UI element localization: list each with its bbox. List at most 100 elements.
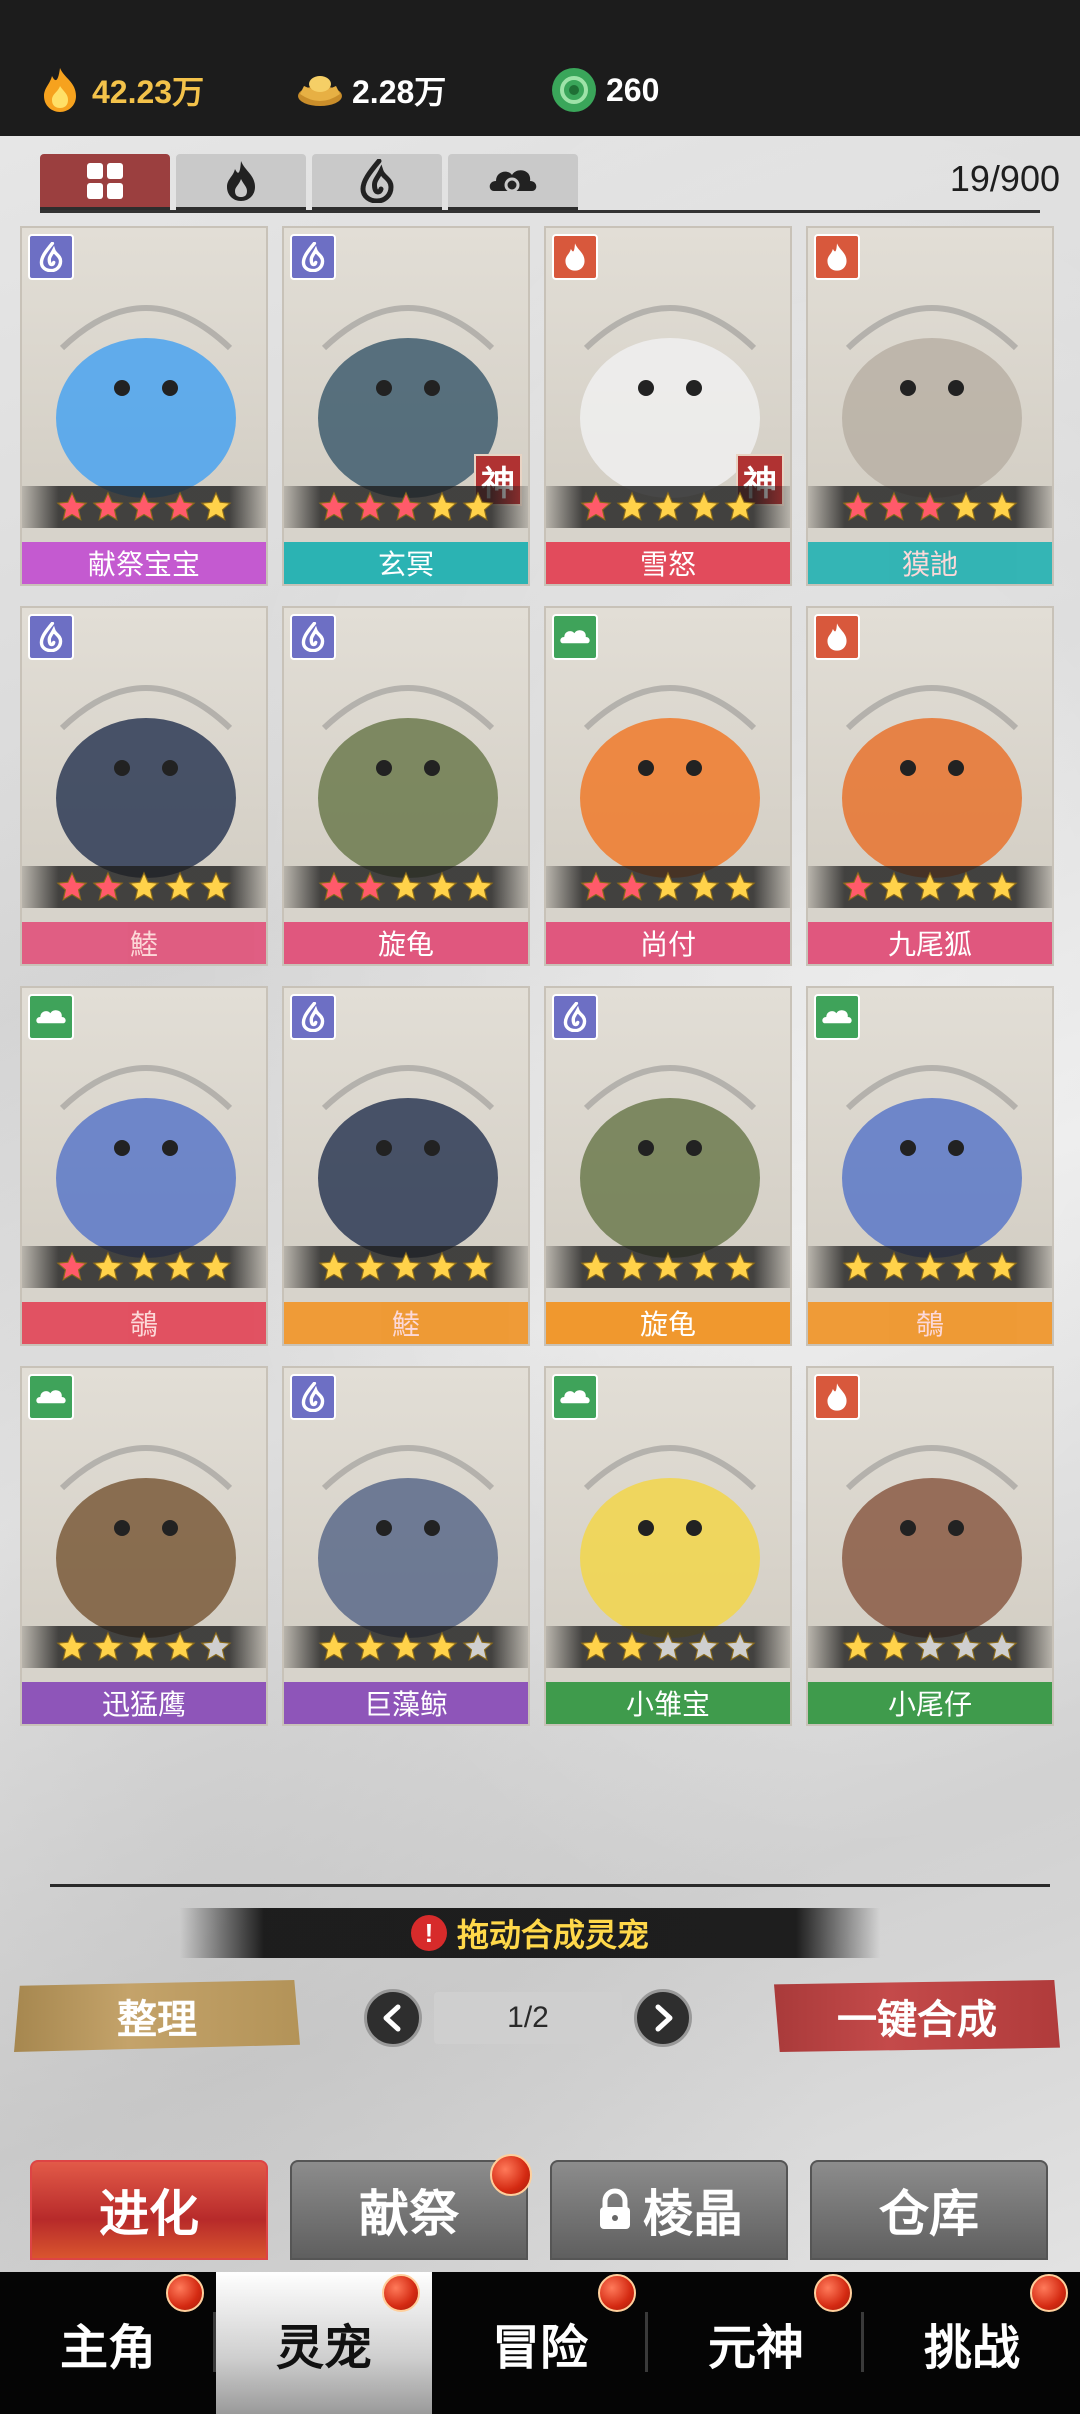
filter-tab-fire[interactable] bbox=[176, 154, 306, 210]
filter-tab-water[interactable] bbox=[312, 154, 442, 210]
pet-card[interactable]: 鯥 bbox=[20, 606, 268, 966]
next-page-button[interactable] bbox=[634, 1989, 692, 2047]
nav-challenge[interactable]: 挑战 bbox=[864, 2272, 1080, 2414]
wind-element-icon bbox=[28, 1374, 74, 1420]
tab-warehouse-label: 仓库 bbox=[879, 2186, 979, 2242]
filter-tab-wind[interactable] bbox=[448, 154, 578, 210]
star-icon bbox=[580, 1631, 612, 1661]
merge-hint: ! 拖动合成灵宠 bbox=[180, 1908, 880, 1958]
pet-name: 鵸 bbox=[22, 1302, 266, 1344]
star-icon bbox=[200, 1631, 232, 1661]
pet-card[interactable]: 巨藻鲸 bbox=[282, 1366, 530, 1726]
tab-evolve[interactable]: 进化 bbox=[30, 2160, 268, 2260]
star-icon bbox=[318, 871, 350, 901]
nav-pets[interactable]: 灵宠 bbox=[216, 2272, 432, 2414]
tab-prism[interactable]: 棱晶 bbox=[550, 2160, 788, 2260]
pet-name: 鯥 bbox=[22, 922, 266, 964]
star-icon bbox=[878, 1251, 910, 1281]
pet-card[interactable]: 獏訑 bbox=[806, 226, 1054, 586]
one-click-merge-button[interactable]: 一键合成 bbox=[774, 1980, 1060, 2052]
nav-spirit-label: 元神 bbox=[707, 2320, 804, 2376]
star-rating bbox=[284, 486, 528, 528]
action-tabs: 进化 献祭 棱晶 仓库 bbox=[30, 2154, 1050, 2260]
star-icon bbox=[842, 1631, 874, 1661]
pet-card[interactable]: 献祭宝宝 bbox=[20, 226, 268, 586]
star-icon bbox=[164, 1251, 196, 1281]
notification-dot bbox=[382, 2274, 420, 2312]
star-icon bbox=[914, 871, 946, 901]
water-element-icon bbox=[28, 234, 74, 280]
star-icon bbox=[842, 871, 874, 901]
pet-card[interactable]: 旋龟 bbox=[282, 606, 530, 966]
chevron-left-icon bbox=[383, 2004, 401, 2032]
resource-bar: 42.23万 2.28万 260 bbox=[0, 0, 1080, 136]
pet-count: 19/900 bbox=[949, 158, 1060, 199]
flame-icon bbox=[34, 64, 86, 116]
pet-card[interactable]: 尚付 bbox=[544, 606, 792, 966]
star-icon bbox=[688, 1631, 720, 1661]
star-rating bbox=[808, 1246, 1052, 1288]
fire-element-icon bbox=[814, 614, 860, 660]
pet-card[interactable]: 鵸 bbox=[806, 986, 1054, 1346]
star-rating bbox=[22, 1626, 266, 1668]
pet-name: 鯥 bbox=[284, 1302, 528, 1344]
notification-dot bbox=[166, 2274, 204, 2312]
star-icon bbox=[616, 871, 648, 901]
fire-element-icon bbox=[814, 1374, 860, 1420]
merge-hint-text: 拖动合成灵宠 bbox=[456, 1917, 649, 1953]
jade-amount: 260 bbox=[606, 71, 660, 108]
nav-pets-label: 灵宠 bbox=[275, 2320, 372, 2376]
tab-prism-label: 棱晶 bbox=[643, 2186, 743, 2242]
star-rating bbox=[546, 1626, 790, 1668]
pet-card[interactable]: 旋龟 bbox=[544, 986, 792, 1346]
star-icon bbox=[652, 1251, 684, 1281]
pager: 1/2 bbox=[364, 1988, 692, 2048]
star-icon bbox=[688, 1251, 720, 1281]
tab-warehouse[interactable]: 仓库 bbox=[810, 2160, 1048, 2260]
star-icon bbox=[462, 491, 494, 521]
star-icon bbox=[426, 871, 458, 901]
star-rating bbox=[808, 866, 1052, 908]
nav-spirit[interactable]: 元神 bbox=[648, 2272, 864, 2414]
star-icon bbox=[390, 491, 422, 521]
filter-tab-all[interactable] bbox=[40, 154, 170, 210]
nav-adventure[interactable]: 冒险 bbox=[432, 2272, 648, 2414]
star-icon bbox=[986, 871, 1018, 901]
nav-adventure-label: 冒险 bbox=[491, 2320, 588, 2376]
pet-card[interactable]: 小雏宝 bbox=[544, 1366, 792, 1726]
star-icon bbox=[354, 871, 386, 901]
pet-card[interactable]: 鯥 bbox=[282, 986, 530, 1346]
star-icon bbox=[128, 491, 160, 521]
star-icon bbox=[56, 1631, 88, 1661]
star-icon bbox=[164, 491, 196, 521]
pet-card[interactable]: 神雪怒 bbox=[544, 226, 792, 586]
pet-card[interactable]: 迅猛鹰 bbox=[20, 1366, 268, 1726]
star-icon bbox=[580, 1251, 612, 1281]
nav-hero[interactable]: 主角 bbox=[0, 2272, 216, 2414]
star-icon bbox=[724, 491, 756, 521]
pet-card[interactable]: 神玄冥 bbox=[282, 226, 530, 586]
star-icon bbox=[652, 1631, 684, 1661]
star-rating bbox=[284, 866, 528, 908]
star-icon bbox=[390, 1251, 422, 1281]
pet-card[interactable]: 小尾仔 bbox=[806, 1366, 1054, 1726]
tab-sacrifice[interactable]: 献祭 bbox=[290, 2154, 532, 2260]
pet-card[interactable]: 鵸 bbox=[20, 986, 268, 1346]
pet-card[interactable]: 九尾狐 bbox=[806, 606, 1054, 966]
star-icon bbox=[200, 871, 232, 901]
star-rating bbox=[546, 866, 790, 908]
star-icon bbox=[200, 1251, 232, 1281]
page-indicator: 1/2 bbox=[434, 1992, 622, 2044]
star-rating bbox=[546, 486, 790, 528]
star-icon bbox=[616, 1251, 648, 1281]
star-icon bbox=[390, 1631, 422, 1661]
star-icon bbox=[914, 491, 946, 521]
sort-button[interactable]: 整理 bbox=[14, 1980, 300, 2052]
pet-name: 玄冥 bbox=[284, 542, 528, 584]
pet-name: 巨藻鲸 bbox=[284, 1682, 528, 1724]
star-icon bbox=[878, 871, 910, 901]
star-icon bbox=[724, 1251, 756, 1281]
star-rating bbox=[22, 1246, 266, 1288]
star-icon bbox=[950, 871, 982, 901]
prev-page-button[interactable] bbox=[364, 1989, 422, 2047]
